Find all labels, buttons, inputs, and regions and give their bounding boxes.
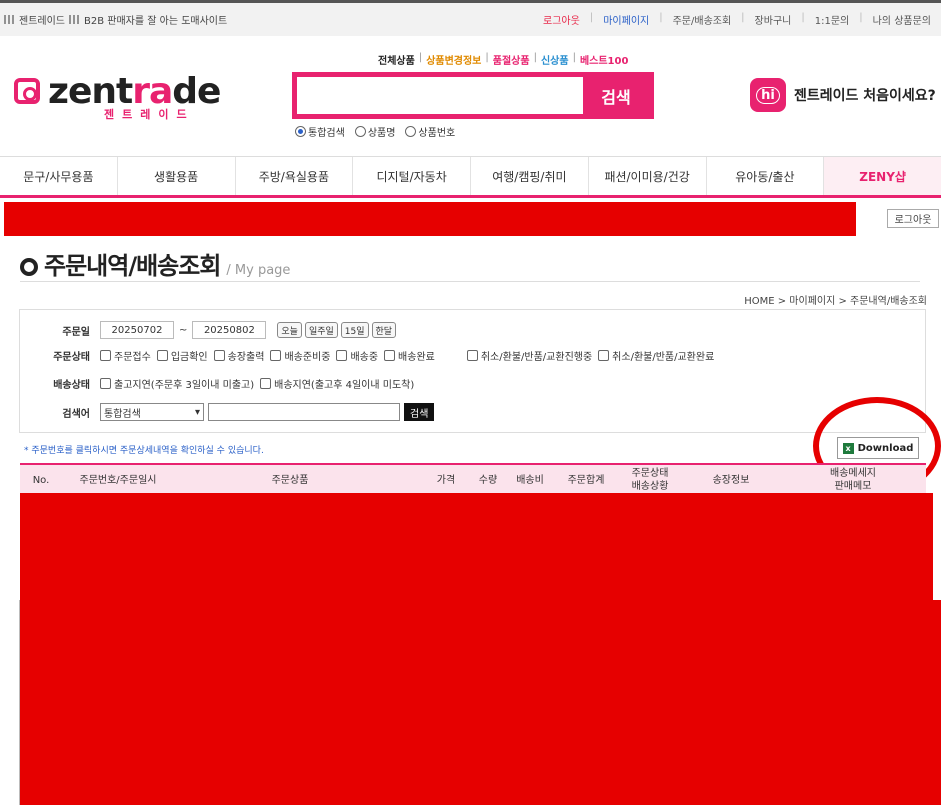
hi-icon: hi [750,78,786,112]
redacted-user-info [4,202,856,236]
inquiry-link[interactable]: 1:1문의 [805,12,860,27]
keyword-search-button[interactable]: 검색 [404,403,435,421]
cart-link[interactable]: 장바구니 [745,12,802,27]
page-title: 주문내역/배송조회 / My page [20,246,290,281]
welcome-text: 젠트레이드 처음이세요? [794,88,936,104]
col-quantity: 수량 [478,474,498,486]
keyword-type-select[interactable]: 통합검색 ▾ [100,403,204,421]
order-notice: * 주문번호를 클릭하시면 주문상세내역을 확인하실 수 있습니다. [24,446,264,456]
nav-item-stationery[interactable]: 문구/사무용품 [0,157,118,195]
col-order-number: 주문번호/주문일시 [79,474,157,486]
date-to-input[interactable]: 20250802 [192,321,267,339]
site-logo[interactable]: zentrade 젠트레이드 [14,72,221,122]
status-preparing-checkbox[interactable]: 배송준비중 [270,348,330,363]
col-no: No. [32,474,50,486]
site-name-link[interactable]: 젠트레이드 [19,12,65,27]
search-button[interactable]: 검색 [583,77,649,114]
date-from-input[interactable]: 20250702 [100,321,174,339]
order-filter-panel: 주문일 20250702 ~ 20250802 오늘 일주일 15일 한달 주문… [19,309,926,433]
keyword-row: 검색어 통합검색 ▾ 검색 [20,403,435,421]
delay-delivery-checkbox[interactable]: 배송지연(출고후 4일이내 미도착) [260,376,414,391]
scope-name-option[interactable]: 상품명 [354,124,395,139]
order-status-label: 주문상태 [53,352,90,363]
quick-link-soldout[interactable]: 품절상품 [493,52,530,67]
quick-link-changes[interactable]: 상품변경정보 [426,52,481,67]
status-shipping-checkbox[interactable]: 배송중 [336,348,378,363]
redacted-order-rows [20,493,933,601]
quick-link-all[interactable]: 전체상품 [378,52,415,67]
order-date-row: 주문일 20250702 ~ 20250802 오늘 일주일 15일 한달 [20,321,397,339]
nav-item-kids[interactable]: 유아동/출산 [707,157,825,195]
scope-all-option[interactable]: 통합검색 [295,124,345,139]
nav-item-zeny[interactable]: ZENY샵 [824,157,941,195]
search-box: 검색 [292,72,654,119]
delay-release-checkbox[interactable]: 출고지연(주문후 3일이내 미출고) [100,376,254,391]
logo-korean-text: 젠트레이드 [104,108,195,121]
nav-item-living[interactable]: 생활용품 [118,157,236,195]
col-status: 주문상태 배송상황 [631,468,669,492]
col-product: 주문상품 [271,474,309,486]
nav-item-digital[interactable]: 디지털/자동차 [353,157,471,195]
top-right-links: 로그아웃 | 마이페이지 | 주문/배송조회 | 장바구니 | 1:1문의 | 나의 상품… [533,12,941,27]
col-delivery-message: 배송메세지 판매메모 [830,468,876,492]
title-ring-icon [20,258,38,276]
period-today-button[interactable]: 오늘 [277,322,302,338]
order-lookup-link[interactable]: 주문/배송조회 [663,12,742,27]
col-price: 가격 [436,474,456,486]
logout-button[interactable]: 로그아웃 [887,209,939,228]
order-date-label: 주문일 [62,326,90,338]
grid-icon [4,15,15,24]
logo-mark-icon [14,78,40,104]
table-left-border [19,600,20,805]
quick-link-new[interactable]: 신상품 [541,52,569,67]
search-scope-options: 통합검색 상품명 상품번호 [295,124,455,139]
product-inquiry-link[interactable]: 나의 상품문의 [863,12,941,27]
order-status-row: 주문상태 주문접수 입금확인 송장출력 배송준비중 배송중 배송완료 취소/환불… [20,348,720,363]
col-order-total: 주문합계 [567,474,605,486]
radio-icon[interactable] [405,126,417,137]
page-title-text: 주문내역/배송조회 [44,252,221,280]
welcome-banner[interactable]: hi 젠트레이드 처음이세요? [750,78,936,112]
delivery-status-row: 배송상태 출고지연(주문후 3일이내 미출고) 배송지연(출고후 4일이내 미도… [20,376,420,391]
top-left-links: 젠트레이드 B2B 판매자를 잘 아는 도매사이트 [4,12,227,27]
title-divider [20,281,920,282]
chevron-down-icon: ▾ [194,406,200,418]
redacted-order-rows-lower [20,600,941,805]
status-cancel-done-checkbox[interactable]: 취소/환불/반품/교환완료 [598,348,714,363]
period-week-button[interactable]: 일주일 [304,322,338,338]
quick-link-best[interactable]: 베스트100 [580,52,628,67]
breadcrumb: HOME > 마이페이지 > 주문내역/배송조회 [744,296,927,307]
status-invoice-checkbox[interactable]: 송장출력 [213,348,264,363]
col-invoice: 송장정보 [712,474,750,486]
quick-links: 전체상품 | 상품변경정보 | 품절상품 | 신상품 | 베스트100 [378,52,629,67]
period-month-button[interactable]: 한달 [371,322,397,338]
nav-item-kitchen[interactable]: 주방/욕실용품 [236,157,354,195]
period-15days-button[interactable]: 15일 [340,322,369,338]
page-subtitle: / My page [226,263,291,278]
logout-link[interactable]: 로그아웃 [533,12,590,27]
mypage-link[interactable]: 마이페이지 [593,12,659,27]
nav-item-fashion[interactable]: 패션/이미용/건강 [589,157,707,195]
radio-selected-icon[interactable] [295,126,306,137]
status-paid-checkbox[interactable]: 입금확인 [156,348,208,363]
status-cancel-progress-checkbox[interactable]: 취소/환불/반품/교환진행중 [466,348,592,363]
status-delivered-checkbox[interactable]: 배송완료 [384,348,435,363]
nav-item-travel[interactable]: 여행/캠핑/취미 [471,157,589,195]
keyword-label: 검색어 [62,408,90,420]
keyword-input[interactable] [208,403,400,421]
scope-number-option[interactable]: 상품번호 [405,124,455,139]
grid-icon [69,15,80,24]
col-shipping-fee: 배송비 [516,474,544,486]
order-table-header: No. 주문번호/주문일시 주문상품 가격 수량 배송비 주문합계 주문상태 배… [20,463,926,495]
category-nav: 문구/사무용품 생활용품 주방/욕실용품 디지털/자동차 여행/캠핑/취미 패션… [0,156,941,198]
radio-icon[interactable] [354,126,366,137]
site-slogan-link[interactable]: B2B 판매자를 잘 아는 도매사이트 [84,12,227,27]
status-received-checkbox[interactable]: 주문접수 [100,348,151,363]
top-utility-bar: 젠트레이드 B2B 판매자를 잘 아는 도매사이트 로그아웃 | 마이페이지 | 주… [0,0,941,36]
search-input[interactable] [297,77,583,114]
delivery-status-label: 배송상태 [53,380,90,391]
